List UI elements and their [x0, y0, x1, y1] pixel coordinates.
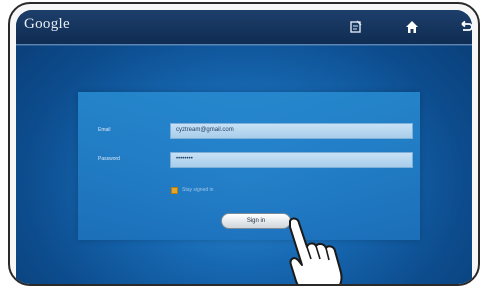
- sign-in-button[interactable]: Sign in: [221, 213, 291, 229]
- email-label: Email: [98, 127, 111, 133]
- stay-signed-in-label: Stay signed in: [182, 187, 214, 193]
- password-label: Password: [98, 156, 120, 162]
- email-value: cyztream@gmail.com: [176, 127, 234, 133]
- stay-signed-in-checkbox[interactable]: [171, 187, 178, 194]
- home-icon[interactable]: [402, 17, 422, 37]
- email-field[interactable]: cyztream@gmail.com: [170, 123, 413, 139]
- edit-note-icon[interactable]: [346, 17, 366, 37]
- tv-screen: Google Email cyztream@gmail.com Password…: [16, 10, 472, 284]
- sign-in-panel: Email cyztream@gmail.com Password ••••••…: [78, 92, 420, 240]
- password-field[interactable]: ••••••••: [170, 152, 413, 168]
- top-bar: Google: [16, 10, 472, 45]
- google-logo: Google: [24, 16, 70, 32]
- pointing-hand-icon: [289, 217, 343, 284]
- back-icon[interactable]: [456, 17, 472, 37]
- device-frame: Google Email cyztream@gmail.com Password…: [8, 2, 480, 286]
- password-value: ••••••••: [176, 156, 193, 162]
